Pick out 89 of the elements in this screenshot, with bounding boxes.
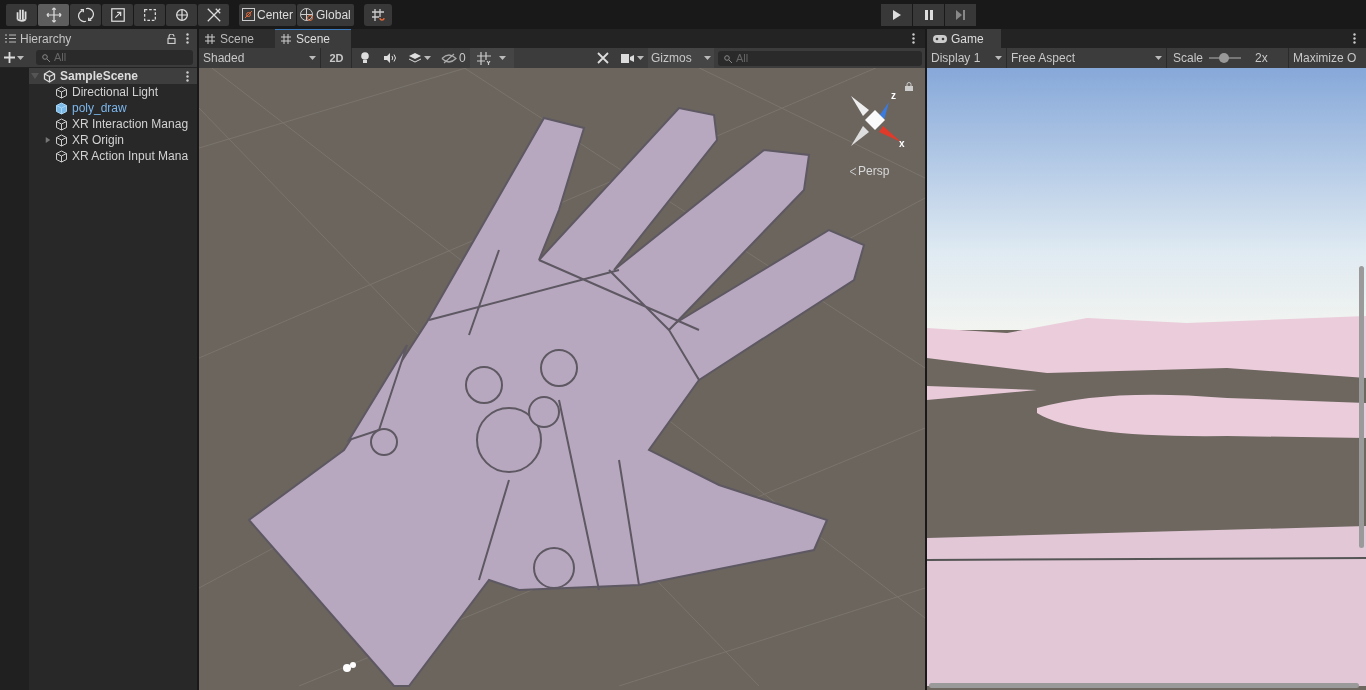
play-icon bbox=[891, 8, 902, 21]
tool-button[interactable] bbox=[38, 3, 69, 26]
caret-icon bbox=[636, 56, 644, 60]
caret-icon bbox=[704, 56, 711, 60]
x-axis-label: x bbox=[899, 137, 905, 151]
light-bulb-icon bbox=[361, 52, 369, 64]
gizmos-dropdown[interactable]: Gizmos bbox=[648, 48, 714, 68]
globe-icon bbox=[300, 7, 315, 22]
scale-slider[interactable] bbox=[1209, 53, 1242, 63]
hierarchy-item[interactable]: poly_draw bbox=[72, 99, 127, 117]
caret-icon bbox=[309, 56, 316, 60]
search-field[interactable]: All bbox=[718, 50, 922, 66]
caret-icon bbox=[995, 56, 1002, 60]
play-button[interactable] bbox=[881, 3, 912, 26]
tab-label: Hierarchy bbox=[20, 30, 72, 48]
search-icon bbox=[42, 54, 51, 62]
cube-icon bbox=[55, 149, 68, 163]
expand-arrow-icon[interactable] bbox=[45, 136, 51, 144]
list-icon bbox=[5, 34, 16, 43]
lock-icon[interactable] bbox=[905, 82, 913, 91]
caret-icon bbox=[499, 56, 507, 60]
pivot-position-button[interactable]: Center bbox=[239, 3, 297, 26]
slider-thumb[interactable] bbox=[1218, 53, 1229, 63]
prefab-cube-icon bbox=[55, 101, 68, 115]
tool-button[interactable] bbox=[70, 3, 101, 26]
more-options-icon[interactable] bbox=[1353, 33, 1356, 44]
horizontal-scrollbar[interactable] bbox=[929, 683, 1359, 688]
hierarchy-tab[interactable]: Hierarchy bbox=[0, 29, 92, 48]
grid-dropdown-button[interactable] bbox=[469, 48, 514, 68]
hierarchy-item[interactable]: Directional Light bbox=[72, 83, 159, 101]
scene-row[interactable]: SampleScene bbox=[29, 68, 197, 84]
search-field[interactable]: All bbox=[36, 50, 193, 65]
cube-icon bbox=[55, 117, 68, 131]
pivot-rotation-button[interactable]: Global bbox=[297, 3, 354, 26]
custom-tool-icon bbox=[205, 6, 222, 23]
chevron-left-icon bbox=[849, 166, 856, 176]
cube-icon bbox=[55, 85, 68, 99]
light-gizmo-icon bbox=[342, 660, 358, 674]
layers-icon bbox=[409, 52, 421, 64]
cube-icon bbox=[55, 133, 68, 147]
tool-button[interactable] bbox=[6, 3, 37, 26]
pause-icon bbox=[923, 8, 934, 21]
tool-button[interactable] bbox=[166, 3, 197, 26]
grid-snap-icon bbox=[370, 7, 385, 22]
grid-icon bbox=[205, 33, 215, 44]
z-axis-label: z bbox=[891, 89, 896, 103]
vertical-scrollbar[interactable] bbox=[1359, 266, 1364, 548]
maximize-toggle[interactable]: Maximize O bbox=[1289, 48, 1361, 68]
caret-icon bbox=[424, 56, 431, 60]
pivot-center-icon bbox=[242, 8, 255, 21]
more-options-icon[interactable] bbox=[186, 33, 189, 44]
gamepad-icon bbox=[933, 34, 947, 43]
scale-label: Scale bbox=[1173, 50, 1204, 67]
snap-toggle-button[interactable] bbox=[363, 3, 392, 26]
hierarchy-item[interactable]: XR Interaction Manag bbox=[72, 115, 189, 133]
grid-icon bbox=[477, 51, 492, 65]
more-options-icon[interactable] bbox=[186, 70, 189, 82]
rotate-tool-icon bbox=[77, 6, 94, 23]
speaker-icon bbox=[383, 53, 397, 63]
lock-icon[interactable] bbox=[167, 33, 176, 44]
step-icon bbox=[955, 8, 966, 21]
visibility-toggle-button[interactable]: 0 bbox=[438, 48, 469, 68]
grid-icon bbox=[281, 34, 291, 44]
pause-button[interactable] bbox=[913, 3, 944, 26]
plus-icon bbox=[4, 52, 15, 63]
scene-tab[interactable]: Scene bbox=[275, 29, 351, 48]
tool-button[interactable] bbox=[134, 3, 165, 26]
unity-logo-icon bbox=[43, 69, 56, 83]
move-tool-icon bbox=[45, 6, 62, 23]
caret-icon bbox=[17, 55, 24, 60]
hierarchy-item[interactable]: XR Action Input Mana bbox=[72, 147, 189, 165]
hidden-eye-icon bbox=[441, 52, 457, 64]
tool-button[interactable] bbox=[102, 3, 133, 26]
scene-name: SampleScene bbox=[60, 68, 139, 85]
scale-value: 2x bbox=[1255, 50, 1268, 67]
game-tab[interactable]: Game bbox=[927, 29, 1001, 48]
hierarchy-item[interactable]: XR Origin bbox=[72, 131, 124, 149]
rect-tool-icon bbox=[141, 6, 158, 23]
transform-tool-icon bbox=[173, 6, 190, 23]
camera-icon bbox=[620, 53, 634, 63]
more-options-icon[interactable] bbox=[912, 33, 915, 44]
search-icon bbox=[724, 54, 733, 63]
step-button[interactable] bbox=[945, 3, 976, 26]
scale-tool-icon bbox=[109, 6, 126, 23]
tool-button[interactable] bbox=[198, 3, 229, 26]
caret-icon bbox=[1155, 56, 1162, 60]
projection-toggle[interactable]: Persp bbox=[849, 162, 890, 180]
tools-icon bbox=[597, 52, 609, 64]
scene-tab[interactable]: Scene bbox=[199, 29, 275, 48]
